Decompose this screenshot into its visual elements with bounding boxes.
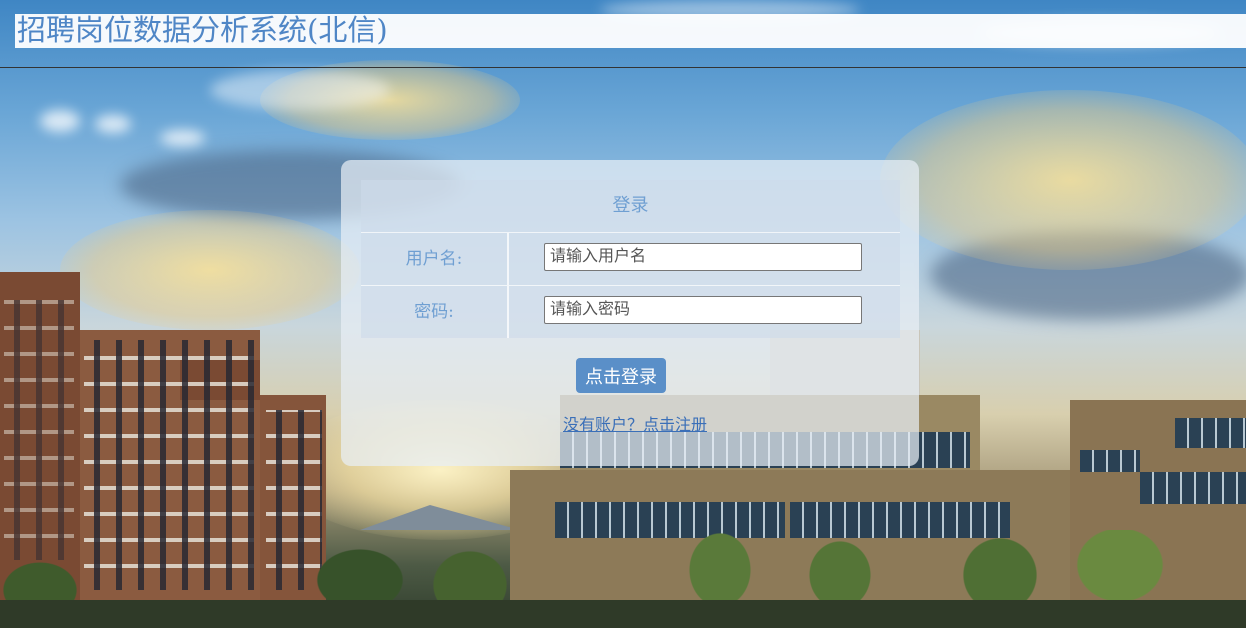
login-panel: 登录 用户名: 密码: 点击登录 没有账户？点击注册 (341, 160, 919, 466)
header-bar: 招聘岗位数据分析系统(北信) (15, 13, 1246, 48)
username-label: 用户名: (405, 249, 463, 269)
header-divider (0, 67, 1246, 68)
password-row: 密码: (361, 286, 900, 338)
login-title: 登录 (612, 195, 649, 216)
login-button[interactable]: 点击登录 (576, 358, 666, 393)
page-title: 招聘岗位数据分析系统(北信) (17, 13, 388, 47)
username-input[interactable] (544, 243, 862, 271)
password-input[interactable] (544, 296, 862, 324)
username-row: 用户名: (361, 233, 900, 286)
password-label: 密码: (414, 302, 454, 322)
register-link[interactable]: 没有账户？点击注册 (563, 411, 707, 435)
login-page: 招聘岗位数据分析系统(北信) 登录 用户名: 密码: 点击登录 没有账户？点击注… (0, 0, 1246, 628)
cell-divider (507, 233, 509, 285)
cell-divider (507, 286, 509, 338)
login-title-row: 登录 (361, 180, 900, 233)
